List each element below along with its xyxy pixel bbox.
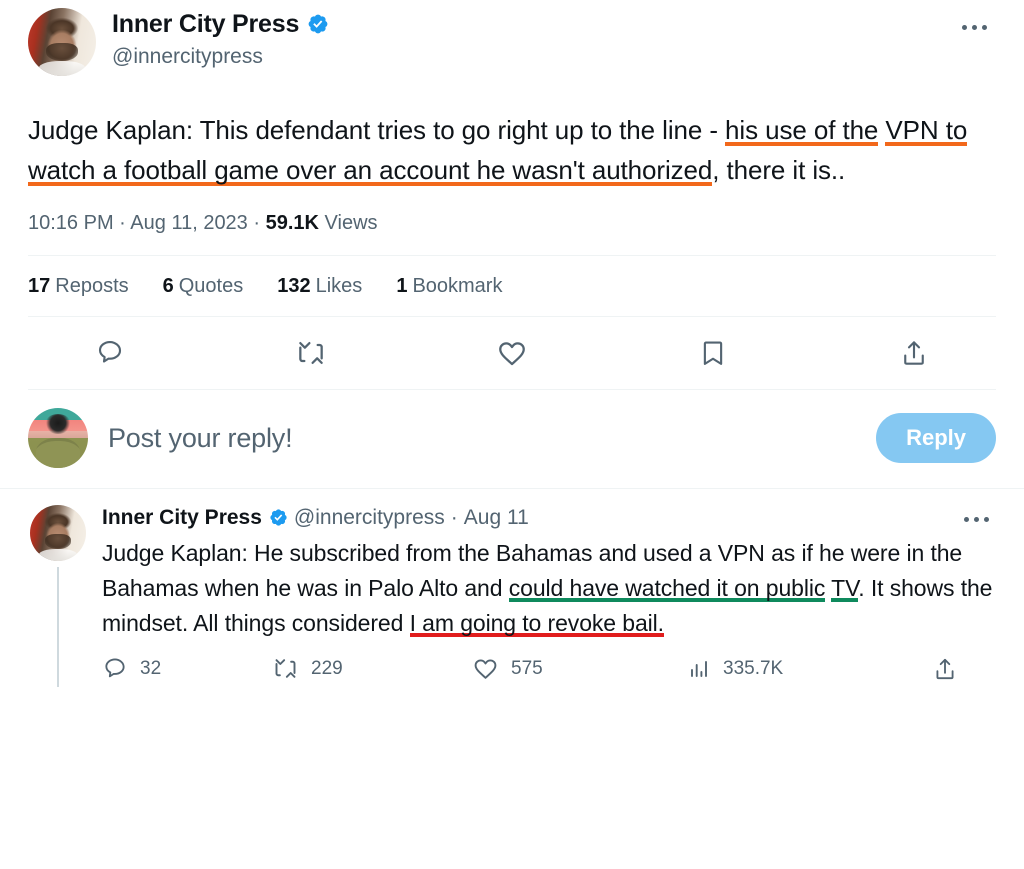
avatar[interactable]	[30, 505, 86, 561]
like-count: 575	[511, 657, 543, 679]
tweet-time: 10:16 PM	[28, 212, 114, 234]
verified-badge-icon	[307, 13, 329, 35]
repost-icon[interactable]: 229	[272, 655, 472, 682]
reply-tweet-text: Judge Kaplan: He subscribed from the Bah…	[102, 536, 996, 641]
like-icon[interactable]	[492, 333, 532, 373]
stat-count: 17	[28, 275, 51, 297]
reply-tweet-actions: 32 229 575 335.7K	[102, 655, 996, 682]
page-title[interactable]: Inner City Press	[112, 10, 299, 39]
stat-label: Bookmark	[412, 275, 503, 297]
dot	[963, 516, 969, 522]
stat-bookmarks[interactable]: 1 Bookmark	[396, 275, 502, 298]
stat-likes[interactable]: 132 Likes	[277, 275, 362, 298]
stat-quotes[interactable]: 6 Quotes	[163, 275, 244, 298]
dot	[961, 24, 967, 30]
engagement-stats-row: 17 Reposts 6 Quotes 132 Likes 1 Bookmark	[28, 256, 996, 316]
like-icon[interactable]: 575	[472, 655, 687, 682]
reply-author-name[interactable]: Inner City Press	[102, 505, 262, 530]
share-icon[interactable]	[932, 656, 970, 682]
repost-count: 229	[311, 657, 343, 679]
tweet-text-part2: , there it is..	[712, 155, 846, 185]
reply-tweet-header: Inner City Press @innercitypress · Aug 1…	[102, 505, 996, 530]
views-label: Views	[324, 212, 378, 234]
views-count: 59.1K	[265, 212, 319, 234]
reply-tweet-left-column	[28, 505, 88, 687]
reply-tweet: Inner City Press @innercitypress · Aug 1…	[0, 489, 1024, 687]
dot	[983, 516, 989, 522]
tweet-date: Aug 11, 2023	[130, 212, 248, 234]
main-tweet: Inner City Press @innercitypress Judge K…	[0, 0, 1024, 389]
stat-label: Likes	[315, 275, 363, 297]
reply-count: 32	[140, 657, 162, 679]
stat-count: 132	[277, 275, 311, 297]
avatar[interactable]	[28, 8, 96, 76]
reply-composer: Post your reply! Reply	[0, 390, 1024, 488]
author-names: Inner City Press @innercitypress	[112, 8, 329, 69]
stat-reposts[interactable]: 17 Reposts	[28, 275, 129, 298]
meta-separator: ·	[119, 212, 126, 234]
tweet-timestamp-meta: 10:16 PM · Aug 11, 2023 · 59.1K Views	[28, 190, 996, 255]
main-tweet-header: Inner City Press @innercitypress	[28, 0, 996, 96]
views-count: 335.7K	[723, 657, 784, 679]
more-options-icon[interactable]	[956, 507, 996, 531]
green-highlight-1: could have watched it on public	[508, 575, 826, 602]
dot	[971, 24, 977, 30]
reply-tweet-body: Inner City Press @innercitypress · Aug 1…	[102, 505, 996, 687]
reply-icon[interactable]: 32	[102, 656, 272, 682]
reply-author-handle[interactable]: @innercitypress	[294, 505, 445, 530]
tweet-text-part1: Judge Kaplan: This defendant tries to go…	[28, 115, 726, 145]
share-icon[interactable]	[894, 333, 934, 373]
stat-count: 1	[396, 275, 408, 297]
reply-button[interactable]: Reply	[876, 413, 996, 463]
reply-date[interactable]: Aug 11	[464, 505, 529, 530]
orange-highlight-1: his use of the	[725, 115, 879, 145]
dot	[973, 516, 979, 522]
views-icon[interactable]: 335.7K	[687, 657, 902, 681]
stat-count: 6	[162, 275, 174, 297]
main-tweet-text: Judge Kaplan: This defendant tries to go…	[28, 110, 996, 190]
thread-connector-line	[57, 567, 59, 687]
more-options-icon[interactable]	[952, 12, 996, 42]
stat-label: Quotes	[178, 275, 244, 297]
avatar[interactable]	[28, 408, 88, 468]
dot	[981, 24, 987, 30]
author-name-row: Inner City Press	[112, 10, 329, 39]
repost-icon[interactable]	[291, 333, 331, 373]
reply-separator: ·	[450, 506, 458, 529]
meta-separator: ·	[253, 212, 261, 234]
author-handle[interactable]: @innercitypress	[112, 44, 329, 69]
green-highlight-2: TV	[831, 575, 859, 602]
tweet-detail-page: Inner City Press @innercitypress Judge K…	[0, 0, 1024, 869]
reply-input[interactable]: Post your reply!	[108, 423, 876, 454]
verified-badge-icon	[269, 508, 288, 527]
stat-label: Reposts	[55, 275, 129, 297]
red-highlight: I am going to revoke bail.	[409, 610, 664, 637]
reply-icon[interactable]	[90, 333, 130, 373]
main-tweet-actions	[28, 317, 996, 389]
bookmark-icon[interactable]	[693, 333, 733, 373]
